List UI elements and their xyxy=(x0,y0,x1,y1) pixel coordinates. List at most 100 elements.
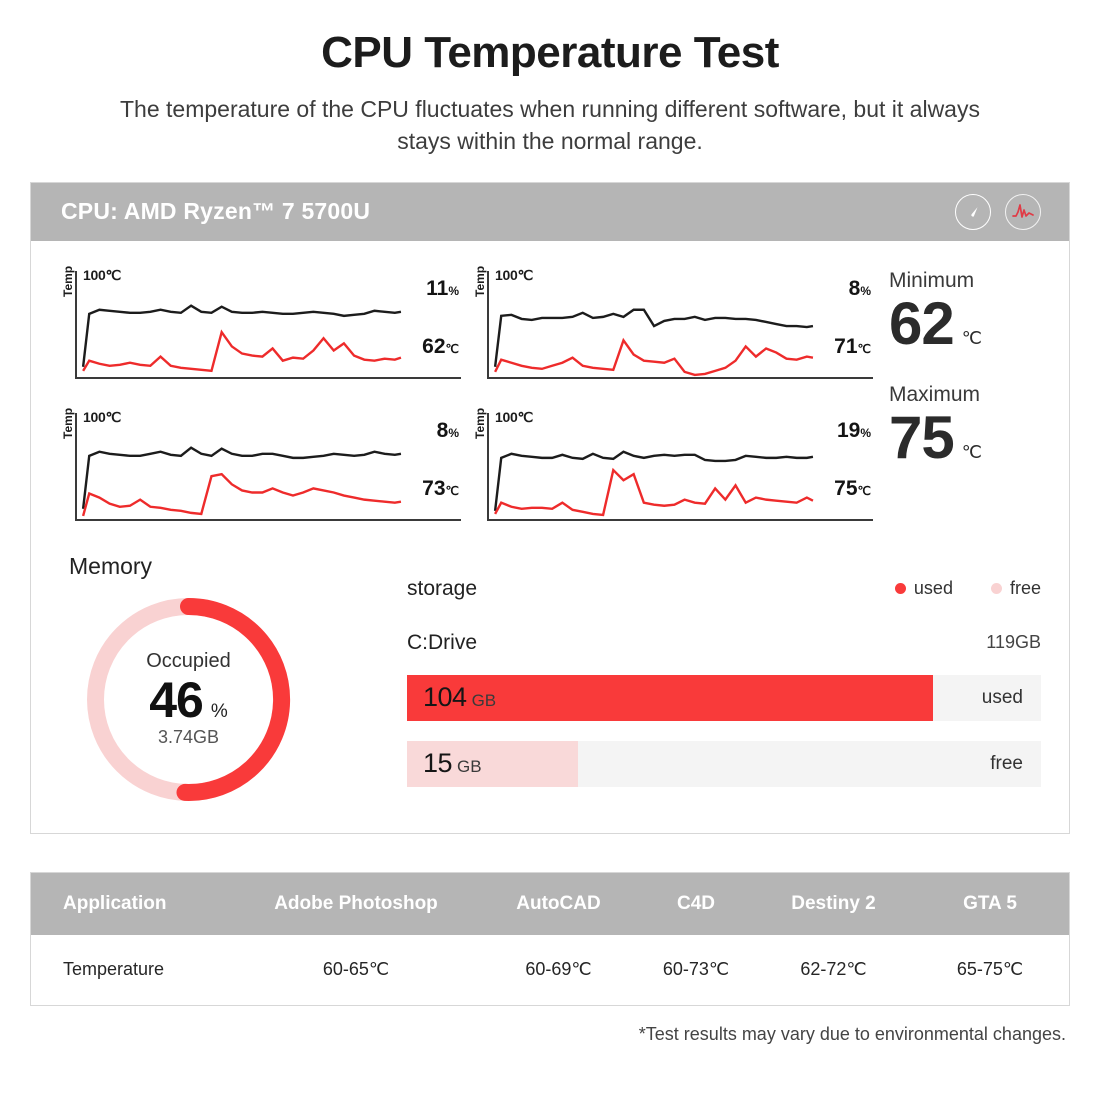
storage-title: storage xyxy=(407,576,478,600)
cpu-name-label: CPU: AMD Ryzen™ 7 5700U xyxy=(61,198,371,225)
chart-4-usage-value: 19 xyxy=(836,418,861,442)
chart-2-usage-value: 8 xyxy=(848,276,861,300)
storage-header: storage used free xyxy=(407,577,1041,601)
charts-and-stats: 100℃ Temp 11% 62℃ 100℃ Temp 8% 71℃ 100℃ … xyxy=(59,263,1041,535)
legend-item-used: used xyxy=(894,578,953,599)
card-body: 100℃ Temp 11% 62℃ 100℃ Temp 8% 71℃ 100℃ … xyxy=(31,241,1069,833)
table-header-destiny2: Destiny 2 xyxy=(791,892,876,914)
table-cell-label: Temperature xyxy=(63,959,165,980)
chart-4-plot xyxy=(489,411,815,523)
maximum-value: 75 xyxy=(889,404,955,472)
chart-4-y-label: Temp xyxy=(473,407,487,439)
table-header-gta5: GTA 5 xyxy=(963,892,1017,914)
chart-4-usage-unit: % xyxy=(860,425,871,440)
cpu-temperature-report: CPU Temperature Test The temperature of … xyxy=(0,0,1100,1100)
chart-3-usage-unit: % xyxy=(448,425,459,440)
chart-1-temp-unit: ℃ xyxy=(445,341,459,356)
storage-free-unit: GB xyxy=(457,757,482,777)
storage-bar-used: 104 GB used xyxy=(407,674,1041,721)
chart-2-y-label: Temp xyxy=(473,265,487,297)
gauge-icon[interactable] xyxy=(955,193,991,230)
storage-free-tag: free xyxy=(990,752,1023,774)
chart-3-plot xyxy=(77,411,403,523)
drive-total-size: 119GB xyxy=(986,632,1041,653)
memory-title: Memory xyxy=(69,552,153,579)
storage-used-value: 104 xyxy=(423,682,467,713)
table-header-application: Application xyxy=(63,892,167,914)
maximum-value-row: 75 ℃ xyxy=(889,406,1041,469)
chart-1-usage-value: 11 xyxy=(426,276,449,300)
legend-dot-free-icon xyxy=(990,583,1002,595)
chart-1-temp-value: 62 xyxy=(422,334,446,358)
maximum-label: Maximum xyxy=(889,383,981,406)
chart-3-temp: 73℃ xyxy=(403,477,459,501)
storage-panel: storage used free C:Drive 119GB 104 GB u… xyxy=(389,553,1041,807)
occupied-label: Occupied xyxy=(146,650,231,673)
chart-4-temp: 75℃ xyxy=(815,477,871,501)
minimum-value: 62 xyxy=(889,290,955,357)
occupied-value-row: 46 % xyxy=(149,671,228,729)
occupied-percent: 46 xyxy=(149,672,204,729)
storage-free-value: 15 xyxy=(423,748,453,779)
chart-2-temp-unit: ℃ xyxy=(857,341,871,356)
chart-1-plot xyxy=(77,269,403,381)
chart-2-temp: 71℃ xyxy=(815,335,871,359)
card-header: CPU: AMD Ryzen™ 7 5700U xyxy=(31,182,1069,241)
table-cell-c4d: 60-73℃ xyxy=(662,959,730,980)
minimum-value-row: 62 ℃ xyxy=(889,292,1041,355)
chart-4-temp-unit: ℃ xyxy=(857,483,871,498)
temp-chart-2: 100℃ Temp 8% 71℃ xyxy=(471,263,873,393)
chart-1-usage-unit: % xyxy=(448,283,459,298)
legend-label-used: used xyxy=(913,578,953,599)
table-cell-destiny2: 62-72℃ xyxy=(800,959,867,980)
drive-name: C:Drive xyxy=(407,630,478,654)
table-header-row: Application Adobe Photoshop AutoCAD C4D … xyxy=(31,872,1069,935)
storage-used-unit: GB xyxy=(471,691,497,711)
chart-1-values: 11% 62℃ xyxy=(403,277,459,359)
chart-3-temp-value: 73 xyxy=(422,476,446,500)
chart-2-temp-value: 71 xyxy=(834,334,858,358)
table-header-autocad: AutoCAD xyxy=(516,892,601,914)
minimum-stat: Minimum 62 ℃ xyxy=(889,269,1041,355)
memory-storage-section: Memory Occupied 46 % 3.74GB storage used… xyxy=(59,553,1041,807)
storage-bar-used-label: 104 GB xyxy=(407,682,496,713)
table-row: Temperature 60-65℃ 60-69℃ 60-73℃ 62-72℃ … xyxy=(31,935,1069,1005)
legend-dot-used-icon xyxy=(894,583,906,595)
storage-bar-free: 15 GB free xyxy=(407,740,1041,787)
chart-3-usage: 8% xyxy=(403,419,459,443)
table-header-c4d: C4D xyxy=(676,892,715,914)
footnote: *Test results may vary due to environmen… xyxy=(638,1023,1066,1044)
chart-4-values: 19% 75℃ xyxy=(815,419,871,501)
memory-panel: Memory Occupied 46 % 3.74GB xyxy=(59,553,389,807)
drive-row: C:Drive 119GB xyxy=(407,631,1041,655)
min-max-stats: Minimum 62 ℃ Maximum 75 ℃ xyxy=(873,263,1041,535)
chart-1-temp: 62℃ xyxy=(403,335,459,359)
page-title: CPU Temperature Test xyxy=(321,28,779,77)
legend-item-free: free xyxy=(990,578,1041,599)
chart-3-y-label: Temp xyxy=(61,407,75,439)
table-cell-autocad: 60-69℃ xyxy=(525,959,592,980)
header-icon-group xyxy=(955,193,1041,230)
chart-3-temp-unit: ℃ xyxy=(445,483,459,498)
minimum-unit: ℃ xyxy=(961,328,982,348)
temp-chart-4: 100℃ Temp 19% 75℃ xyxy=(471,405,873,535)
chart-1-usage: 11% xyxy=(403,277,459,301)
chart-grid: 100℃ Temp 11% 62℃ 100℃ Temp 8% 71℃ 100℃ … xyxy=(59,263,873,535)
table-cell-gta5: 65-75℃ xyxy=(956,959,1024,980)
maximum-unit: ℃ xyxy=(961,442,982,463)
chart-4-temp-value: 75 xyxy=(834,476,858,500)
application-temperature-table: Application Adobe Photoshop AutoCAD C4D … xyxy=(30,871,1070,1006)
maximum-stat: Maximum 75 ℃ xyxy=(889,383,1041,469)
table-header-photoshop: Adobe Photoshop xyxy=(274,892,438,914)
pulse-icon[interactable] xyxy=(1005,193,1041,230)
cpu-monitor-card: CPU: AMD Ryzen™ 7 5700U 100℃ Temp 11% 62… xyxy=(30,181,1070,834)
chart-2-usage-unit: % xyxy=(860,283,871,298)
chart-3-values: 8% 73℃ xyxy=(403,419,459,501)
table-cell-photoshop: 60-65℃ xyxy=(322,959,390,980)
chart-1-y-label: Temp xyxy=(61,265,75,297)
chart-2-plot xyxy=(489,269,815,381)
percent-sign: % xyxy=(210,701,228,723)
legend-label-free: free xyxy=(1009,578,1041,599)
temp-chart-1: 100℃ Temp 11% 62℃ xyxy=(59,263,461,393)
chart-4-usage: 19% xyxy=(815,419,871,443)
